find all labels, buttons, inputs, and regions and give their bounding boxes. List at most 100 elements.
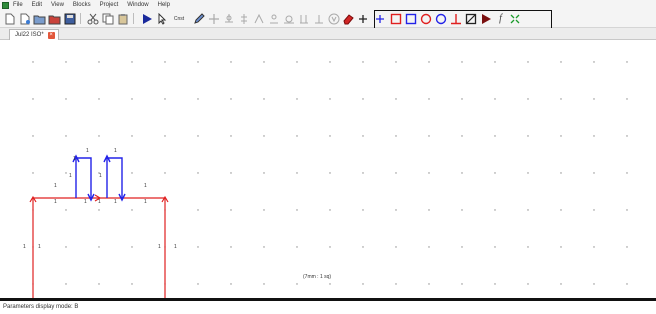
perpendicular-constraint-icon[interactable]	[312, 12, 325, 25]
grid-dot	[626, 246, 628, 248]
grid-dot	[527, 172, 529, 174]
grid-dot	[560, 61, 562, 63]
grid-dot	[263, 172, 265, 174]
grid-dot	[560, 246, 562, 248]
grid-dot	[296, 135, 298, 137]
grid-dot	[164, 98, 166, 100]
label-9: 1	[98, 199, 101, 205]
grid-dot	[362, 283, 364, 285]
document-tab-bar: Jul22 ISO* ×	[0, 28, 656, 40]
grid-dot	[32, 61, 34, 63]
horizontal-constraint-icon[interactable]	[222, 12, 235, 25]
save-icon[interactable]	[63, 12, 76, 25]
grid-dot	[329, 209, 331, 211]
grid-dot	[362, 209, 364, 211]
grid-dot	[65, 172, 67, 174]
grid-dot	[230, 283, 232, 285]
grid-dot	[593, 135, 595, 137]
menu-window[interactable]: Window	[127, 0, 148, 10]
app-icon	[2, 1, 9, 9]
open-recent-icon[interactable]	[48, 12, 61, 25]
tangent-constraint-icon[interactable]	[282, 12, 295, 25]
label-6: 1	[144, 183, 147, 189]
menu-bar: File Edit View Blocks Project Window Hel…	[0, 0, 656, 10]
label-5: 1	[54, 183, 57, 189]
drawing-canvas[interactable]: 1 1 1 1 1 1 1 1 1 1 1 1 1 1 1 1 (7mm : 1…	[0, 40, 656, 300]
grid-dot	[164, 61, 166, 63]
grid-dot	[263, 246, 265, 248]
cut-icon[interactable]	[86, 12, 99, 25]
menu-view[interactable]: View	[51, 0, 64, 10]
angle-constraint-icon[interactable]	[252, 12, 265, 25]
grid-dot	[197, 61, 199, 63]
grid-dot	[461, 283, 463, 285]
grid-dot	[296, 209, 298, 211]
menu-edit[interactable]: Edit	[32, 0, 42, 10]
grid-dot	[527, 135, 529, 137]
label-12: 1	[23, 244, 26, 250]
plus-constraint-icon[interactable]	[207, 12, 220, 25]
grid-dot	[197, 283, 199, 285]
grid-dot	[65, 283, 67, 285]
grid-dot	[197, 98, 199, 100]
blue-member-left[interactable]	[75, 157, 92, 198]
parallel-constraint-icon[interactable]	[297, 12, 310, 25]
grid-dot	[230, 246, 232, 248]
label-7: 1	[54, 199, 57, 205]
grid-dot	[131, 172, 133, 174]
grid-dot	[230, 61, 232, 63]
grid-dot	[131, 246, 133, 248]
grid-dot	[593, 283, 595, 285]
menu-project[interactable]: Project	[100, 0, 119, 10]
grid-dot	[593, 61, 595, 63]
grid-dot	[230, 135, 232, 137]
toolbar-separator	[133, 13, 134, 24]
grid-dot	[560, 98, 562, 100]
grid-dot	[131, 283, 133, 285]
menu-blocks[interactable]: Blocks	[73, 0, 91, 10]
grid-dot	[98, 246, 100, 248]
grid-dot	[461, 98, 463, 100]
blue-member-right[interactable]	[106, 157, 123, 198]
grid-dot	[461, 61, 463, 63]
menu-help[interactable]: Help	[158, 0, 170, 10]
grid-dot	[296, 172, 298, 174]
label-11: 1	[144, 199, 147, 205]
symmetric-constraint-icon[interactable]	[327, 12, 340, 25]
select-pointer-icon[interactable]	[155, 12, 168, 25]
grid-dot	[296, 98, 298, 100]
pencil-icon[interactable]	[192, 12, 205, 25]
tab-document[interactable]: Jul22 ISO* ×	[9, 29, 59, 40]
grid-dot	[560, 135, 562, 137]
paste-icon[interactable]	[116, 12, 129, 25]
grid-dot	[395, 209, 397, 211]
grid-dot	[494, 172, 496, 174]
scale-label: (7mm : 1 sq)	[303, 274, 331, 280]
vertical-constraint-icon[interactable]	[237, 12, 250, 25]
grid-dot	[593, 98, 595, 100]
grid-dot	[197, 135, 199, 137]
grid-dot	[428, 209, 430, 211]
constraint-button[interactable]: Cnst	[169, 12, 189, 25]
grid-dot	[494, 135, 496, 137]
eraser-icon[interactable]	[341, 12, 354, 25]
coincident-constraint-icon[interactable]	[267, 12, 280, 25]
grid-dot	[164, 172, 166, 174]
open-icon[interactable]	[33, 12, 46, 25]
run-icon[interactable]	[140, 12, 153, 25]
grid-dot	[230, 209, 232, 211]
close-tab-icon[interactable]: ×	[47, 31, 55, 39]
grid-dot	[560, 172, 562, 174]
grid-dot	[65, 209, 67, 211]
new-file-icon[interactable]	[3, 12, 16, 25]
grid-dot	[329, 135, 331, 137]
point-tool-icon[interactable]	[356, 12, 369, 25]
grid-dot	[494, 98, 496, 100]
grid-dot	[362, 172, 364, 174]
canvas-svg[interactable]: 1 1 1 1 1 1 1 1 1 1 1 1 1 1 1 1 (7mm : 1…	[0, 40, 656, 300]
copy-icon[interactable]	[101, 12, 114, 25]
label-8: 1	[84, 199, 87, 205]
menu-file[interactable]: File	[13, 0, 23, 10]
new-project-icon[interactable]	[18, 12, 31, 25]
grid-dot	[494, 209, 496, 211]
